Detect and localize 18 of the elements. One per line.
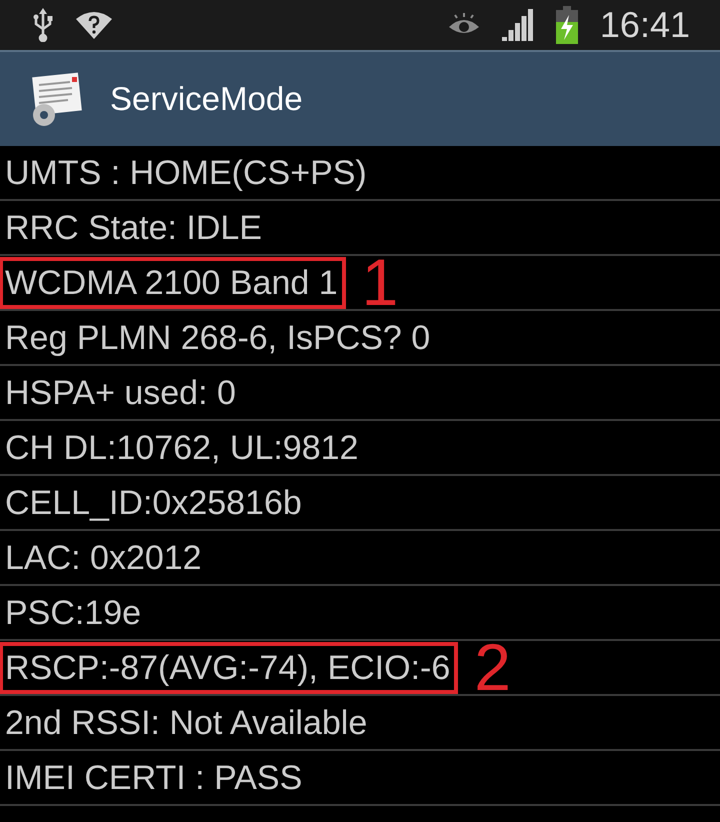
annotation-number: 1 bbox=[362, 255, 398, 310]
info-line: CELL_ID:0x25816b bbox=[4, 482, 303, 524]
info-line: PSC:19e bbox=[4, 592, 142, 634]
info-line: Reg PLMN 268-6, IsPCS? 0 bbox=[4, 318, 432, 358]
annotation-number: 2 bbox=[474, 640, 511, 695]
battery-charging-icon bbox=[556, 6, 578, 44]
info-line: CH DL:10762, UL:9812 bbox=[4, 428, 360, 468]
signal-icon bbox=[502, 9, 534, 41]
wifi-question-icon bbox=[76, 11, 112, 39]
app-title: ServiceMode bbox=[110, 80, 303, 118]
clock-time: 16:41 bbox=[600, 4, 690, 46]
info-line: UMTS : HOME(CS+PS) bbox=[4, 152, 368, 194]
info-line: 2nd RSSI: Not Available bbox=[4, 702, 368, 744]
info-line: IMEI CERTI : PASS bbox=[4, 758, 304, 798]
info-line: RRC State: IDLE bbox=[4, 208, 263, 248]
usb-icon bbox=[32, 8, 54, 42]
info-line: LAC: 0x2012 bbox=[4, 538, 203, 578]
info-line: HSPA+ used: 0 bbox=[4, 372, 237, 414]
